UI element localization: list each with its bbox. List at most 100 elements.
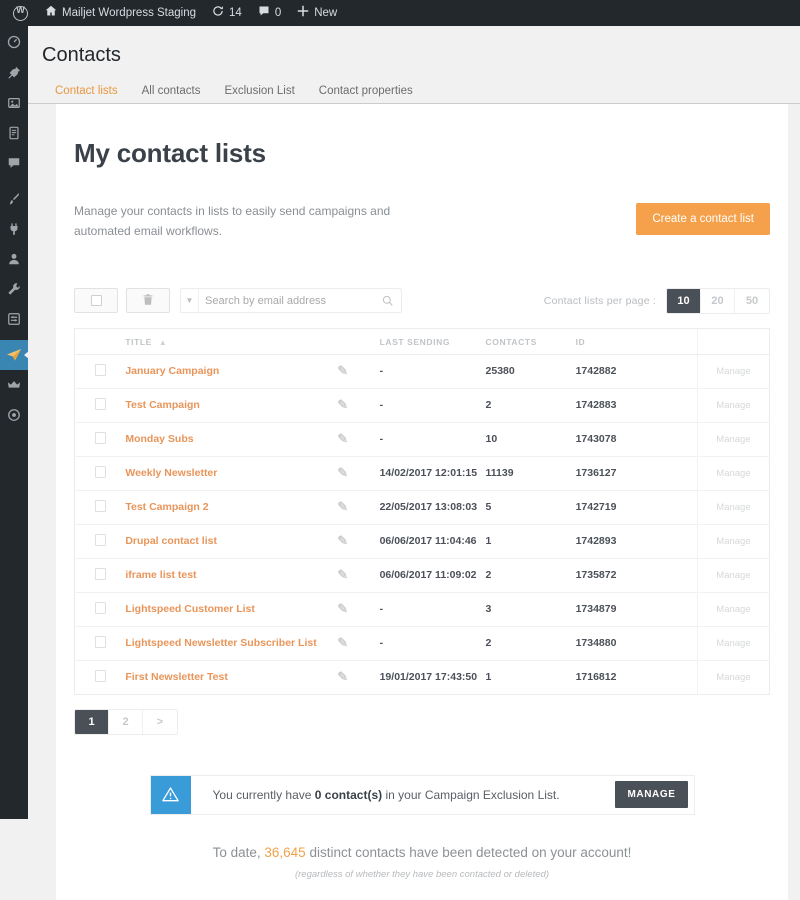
manage-link[interactable]: Manage [716, 468, 750, 479]
tab-contact-lists[interactable]: Contact lists [44, 82, 129, 104]
row-manage-cell[interactable]: Manage [696, 388, 770, 423]
list-title-link[interactable]: Lightspeed Customer List [125, 603, 255, 615]
row-checkbox[interactable] [94, 601, 106, 614]
sidebar-item-help[interactable] [0, 400, 28, 430]
list-title-link[interactable]: Test Campaign [125, 399, 199, 411]
sidebar-item-tools[interactable] [0, 274, 28, 304]
column-last-sending[interactable]: LAST SENDING [379, 328, 486, 355]
row-checkbox[interactable] [94, 465, 106, 478]
row-manage-cell[interactable]: Manage [696, 490, 770, 525]
manage-link[interactable]: Manage [716, 400, 750, 411]
manage-link[interactable]: Manage [716, 638, 750, 649]
row-select-cell[interactable] [74, 490, 126, 525]
row-edit-cell[interactable]: ✎ [337, 626, 380, 661]
wordpress-logo-button[interactable] [4, 0, 37, 26]
pencil-icon[interactable]: ✎ [337, 397, 348, 413]
per-page-option-50[interactable]: 50 [735, 288, 769, 313]
table-row[interactable]: iframe list test ✎ 06/06/2017 11:09:02 2… [74, 558, 770, 593]
list-title-link[interactable]: January Campaign [125, 365, 219, 377]
row-select-cell[interactable] [74, 456, 126, 491]
table-row[interactable]: January Campaign ✎ - 25380 1742882 Manag… [74, 354, 770, 389]
new-content-button[interactable]: New [289, 0, 345, 26]
list-title-link[interactable]: Test Campaign 2 [125, 501, 208, 513]
table-row[interactable]: Lightspeed Customer List ✎ - 3 1734879 M… [74, 592, 770, 627]
table-row[interactable]: Weekly Newsletter ✎ 14/02/2017 12:01:15 … [74, 456, 770, 491]
manage-link[interactable]: Manage [716, 366, 750, 377]
row-select-cell[interactable] [74, 558, 126, 593]
updates-button[interactable]: 14 [204, 0, 250, 26]
select-all-button[interactable] [74, 288, 118, 314]
manage-link[interactable]: Manage [716, 570, 750, 581]
row-edit-cell[interactable]: ✎ [337, 456, 380, 491]
sidebar-item-dashboard[interactable] [0, 26, 28, 58]
pencil-icon[interactable]: ✎ [337, 533, 348, 549]
search-icon[interactable] [382, 295, 401, 306]
row-manage-cell[interactable]: Manage [696, 626, 770, 661]
row-checkbox[interactable] [94, 499, 106, 512]
manage-exclusion-list-button[interactable]: MANAGE [615, 781, 688, 809]
chevron-down-icon[interactable]: ▼ [181, 289, 199, 313]
row-select-cell[interactable] [74, 422, 126, 457]
list-title-link[interactable]: Monday Subs [125, 433, 193, 445]
row-manage-cell[interactable]: Manage [696, 660, 770, 695]
pencil-icon[interactable]: ✎ [337, 499, 348, 515]
list-title-link[interactable]: First Newsletter Test [125, 671, 228, 683]
per-page-option-10[interactable]: 10 [667, 288, 701, 313]
pencil-icon[interactable]: ✎ [337, 363, 348, 379]
row-select-cell[interactable] [74, 626, 126, 661]
row-checkbox[interactable] [94, 363, 106, 376]
sidebar-item-appearance[interactable] [0, 184, 28, 214]
pencil-icon[interactable]: ✎ [337, 567, 348, 583]
row-manage-cell[interactable]: Manage [696, 592, 770, 627]
row-checkbox[interactable] [94, 533, 106, 546]
sidebar-item-settings[interactable] [0, 304, 28, 334]
row-manage-cell[interactable]: Manage [696, 354, 770, 389]
tab-contact-properties[interactable]: Contact properties [308, 82, 424, 104]
sidebar-item-comments[interactable] [0, 148, 28, 178]
pagination-page-1[interactable]: 1 [75, 709, 109, 734]
column-title[interactable]: TITLE ▲ [125, 328, 338, 355]
row-edit-cell[interactable]: ✎ [337, 354, 380, 389]
pagination-next-button[interactable]: > [143, 709, 177, 734]
pencil-icon[interactable]: ✎ [337, 465, 348, 481]
row-manage-cell[interactable]: Manage [696, 524, 770, 559]
tab-exclusion-list[interactable]: Exclusion List [213, 82, 305, 104]
pencil-icon[interactable]: ✎ [337, 601, 348, 617]
table-row[interactable]: Drupal contact list ✎ 06/06/2017 11:04:4… [74, 524, 770, 559]
row-edit-cell[interactable]: ✎ [337, 660, 379, 694]
row-manage-cell[interactable]: Manage [696, 456, 770, 491]
list-title-link[interactable]: Lightspeed Newsletter Subscriber List [125, 637, 316, 649]
sidebar-item-media[interactable] [0, 88, 28, 118]
column-contacts[interactable]: CONTACTS [485, 328, 576, 355]
manage-link[interactable]: Manage [716, 604, 750, 615]
pencil-icon[interactable]: ✎ [337, 431, 348, 447]
list-title-link[interactable]: Weekly Newsletter [125, 467, 217, 479]
sidebar-item-posts[interactable] [0, 58, 28, 88]
manage-link[interactable]: Manage [716, 502, 750, 513]
manage-link[interactable]: Manage [716, 672, 750, 683]
manage-link[interactable]: Manage [716, 536, 750, 547]
row-edit-cell[interactable]: ✎ [337, 592, 380, 627]
row-edit-cell[interactable]: ✎ [337, 524, 380, 559]
row-select-cell[interactable] [74, 592, 126, 627]
comments-button[interactable]: 0 [250, 0, 289, 26]
pencil-icon[interactable]: ✎ [337, 669, 348, 685]
row-edit-cell[interactable]: ✎ [337, 388, 380, 423]
pencil-icon[interactable]: ✎ [337, 635, 348, 651]
row-checkbox[interactable] [94, 567, 106, 580]
pagination-page-2[interactable]: 2 [109, 709, 143, 734]
search-input[interactable] [199, 289, 382, 313]
per-page-option-20[interactable]: 20 [701, 288, 735, 313]
sidebar-item-pages[interactable] [0, 118, 28, 148]
column-id[interactable]: ID [575, 328, 698, 355]
row-manage-cell[interactable]: Manage [696, 558, 770, 593]
tab-all-contacts[interactable]: All contacts [131, 82, 212, 104]
row-checkbox[interactable] [94, 397, 106, 410]
list-title-link[interactable]: Drupal contact list [125, 535, 217, 547]
table-row[interactable]: Lightspeed Newsletter Subscriber List ✎ … [74, 626, 770, 661]
sidebar-item-mailjet[interactable] [0, 340, 29, 370]
sidebar-item-plugins[interactable] [0, 214, 28, 244]
table-row[interactable]: Test Campaign 2 ✎ 22/05/2017 13:08:03 5 … [74, 490, 770, 525]
site-name-menu[interactable]: Mailjet Wordpress Staging [37, 0, 204, 26]
row-select-cell[interactable] [74, 524, 126, 559]
